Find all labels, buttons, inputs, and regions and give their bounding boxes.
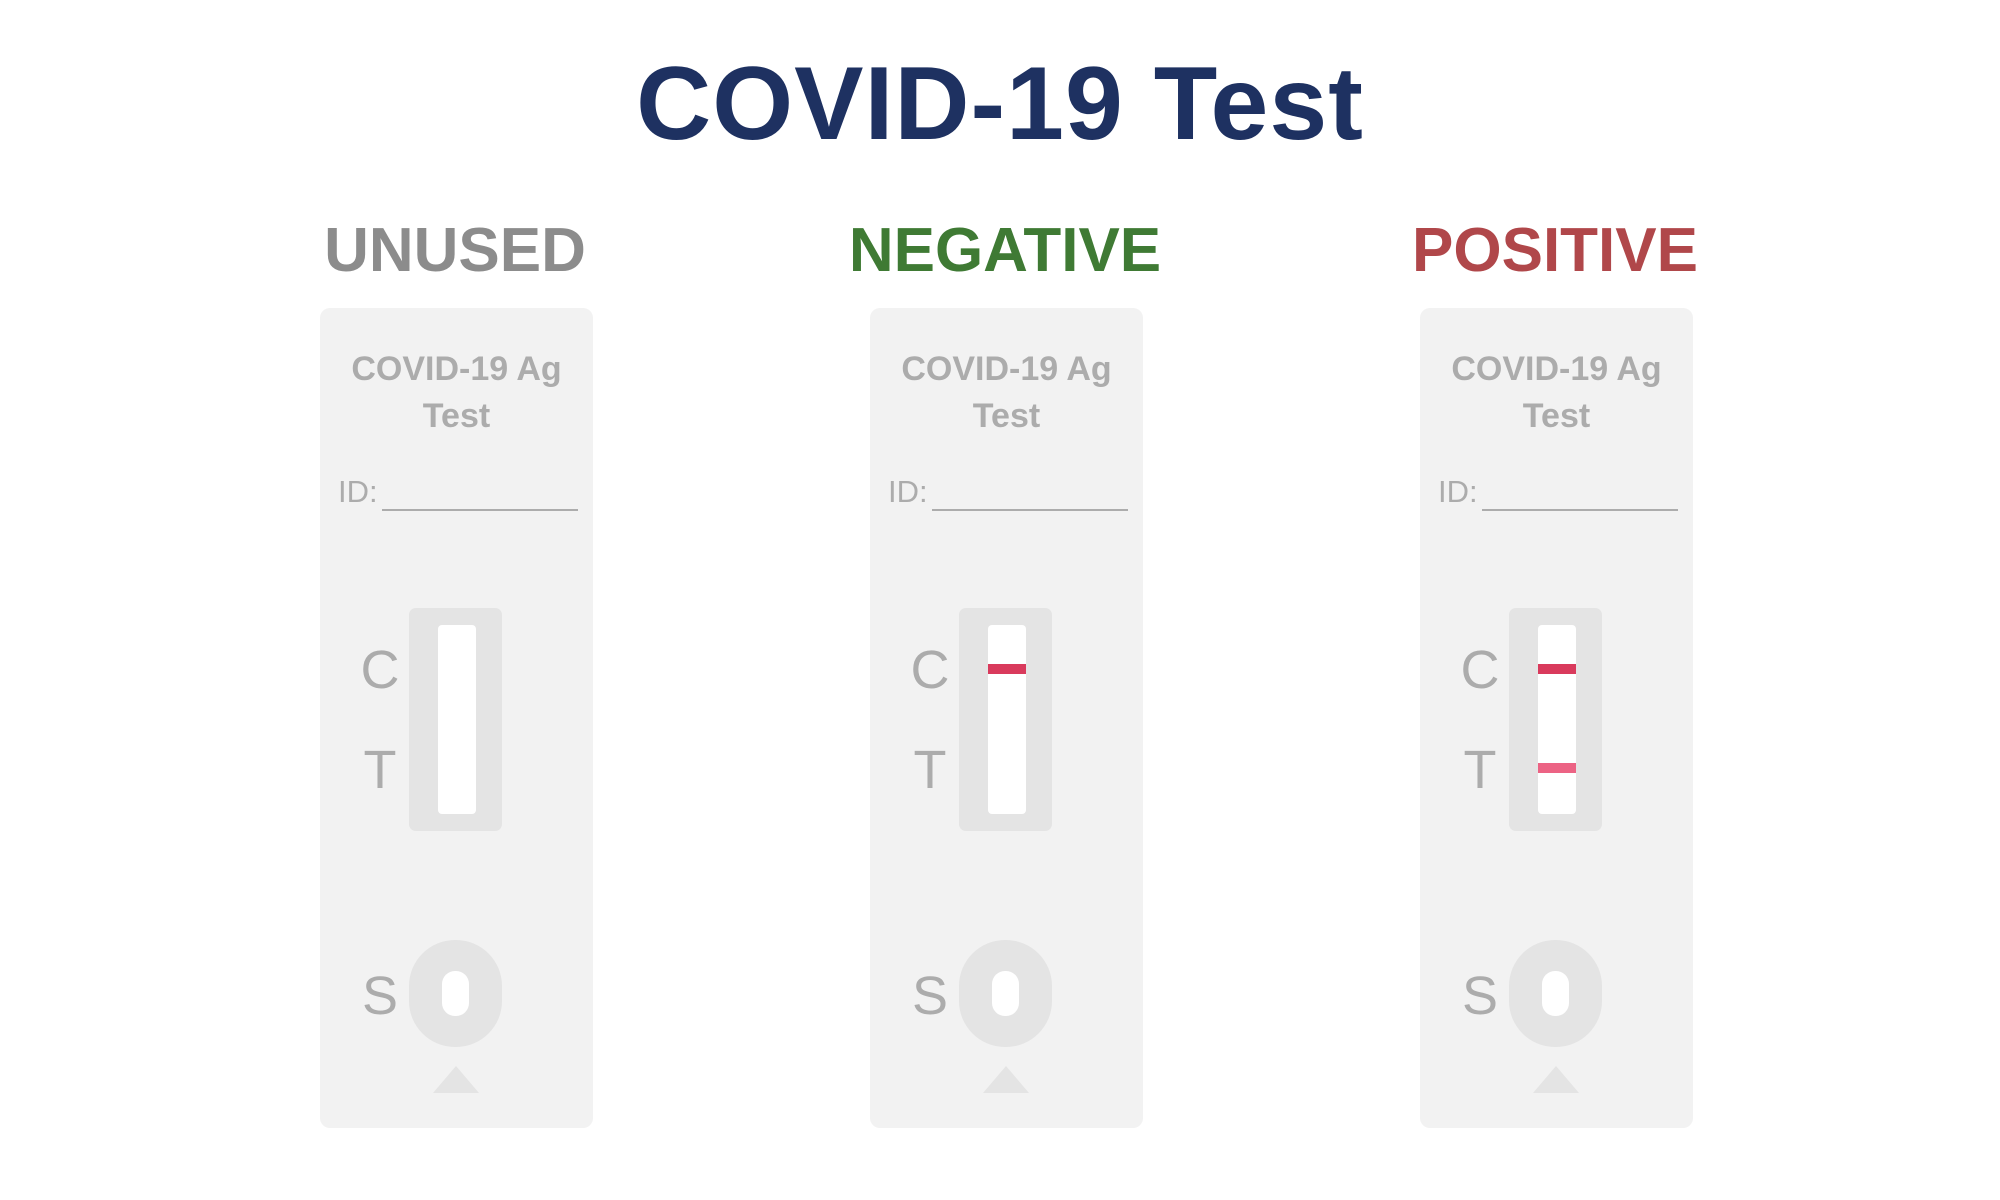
control-letter: C: [910, 640, 950, 700]
id-label: ID:: [338, 474, 378, 509]
test-strip: [988, 625, 1026, 814]
control-line: [1538, 664, 1576, 674]
cassette-title-line1: COVID-19 Ag: [901, 350, 1112, 388]
status-label: NEGATIVE: [848, 216, 1162, 285]
status-label: POSITIVE: [1412, 216, 1698, 285]
sample-letter: S: [1461, 966, 1499, 1026]
sample-well-hole: [1542, 971, 1569, 1016]
arrow-up-icon: [433, 1066, 479, 1093]
id-field: ID:: [338, 472, 578, 512]
control-letter: C: [1460, 640, 1500, 700]
page-title: COVID-19 Test: [636, 46, 1364, 162]
cassette-title-line1: COVID-19 Ag: [1451, 350, 1662, 388]
test-cassette: COVID-19 Ag Test ID: C T S: [1420, 308, 1693, 1128]
test-strip: [438, 625, 476, 814]
result-window: [409, 608, 502, 831]
test-letter: T: [913, 740, 947, 800]
arrow-up-icon: [983, 1066, 1029, 1093]
sample-letter: S: [911, 966, 949, 1026]
test-panel-positive: POSITIVE COVID-19 Ag Test ID: C T S: [1355, 220, 1755, 1160]
id-field: ID:: [1438, 472, 1678, 512]
id-field: ID:: [888, 472, 1128, 512]
cassette-title: COVID-19 Ag Test: [870, 346, 1143, 440]
arrow-up-icon: [1533, 1066, 1579, 1093]
sample-well-hole: [992, 971, 1019, 1016]
id-underline: [932, 509, 1128, 511]
sample-well: [409, 940, 502, 1047]
cassette-title-line2: Test: [1522, 397, 1591, 435]
cassette-title-line2: Test: [972, 397, 1041, 435]
sample-well-hole: [442, 971, 469, 1016]
cassette-title-line2: Test: [422, 397, 491, 435]
test-line: [1538, 763, 1576, 773]
status-label: UNUSED: [324, 216, 586, 285]
test-cassette: COVID-19 Ag Test ID: C T S: [870, 308, 1143, 1128]
cassette-title: COVID-19 Ag Test: [1420, 346, 1693, 440]
id-label: ID:: [888, 474, 928, 509]
control-line: [988, 664, 1026, 674]
sample-well: [1509, 940, 1602, 1047]
id-underline: [1482, 509, 1678, 511]
sample-well: [959, 940, 1052, 1047]
test-panel-unused: UNUSED COVID-19 Ag Test ID: C T S: [255, 220, 655, 1160]
result-window: [959, 608, 1052, 831]
result-window: [1509, 608, 1602, 831]
test-cassette: COVID-19 Ag Test ID: C T S: [320, 308, 593, 1128]
test-panel-negative: NEGATIVE COVID-19 Ag Test ID: C T S: [805, 220, 1205, 1160]
id-underline: [382, 509, 578, 511]
test-strip: [1538, 625, 1576, 814]
test-letter: T: [363, 740, 397, 800]
control-letter: C: [360, 640, 400, 700]
sample-letter: S: [361, 966, 399, 1026]
id-label: ID:: [1438, 474, 1478, 509]
cassette-title-line1: COVID-19 Ag: [351, 350, 562, 388]
test-letter: T: [1463, 740, 1497, 800]
cassette-title: COVID-19 Ag Test: [320, 346, 593, 440]
